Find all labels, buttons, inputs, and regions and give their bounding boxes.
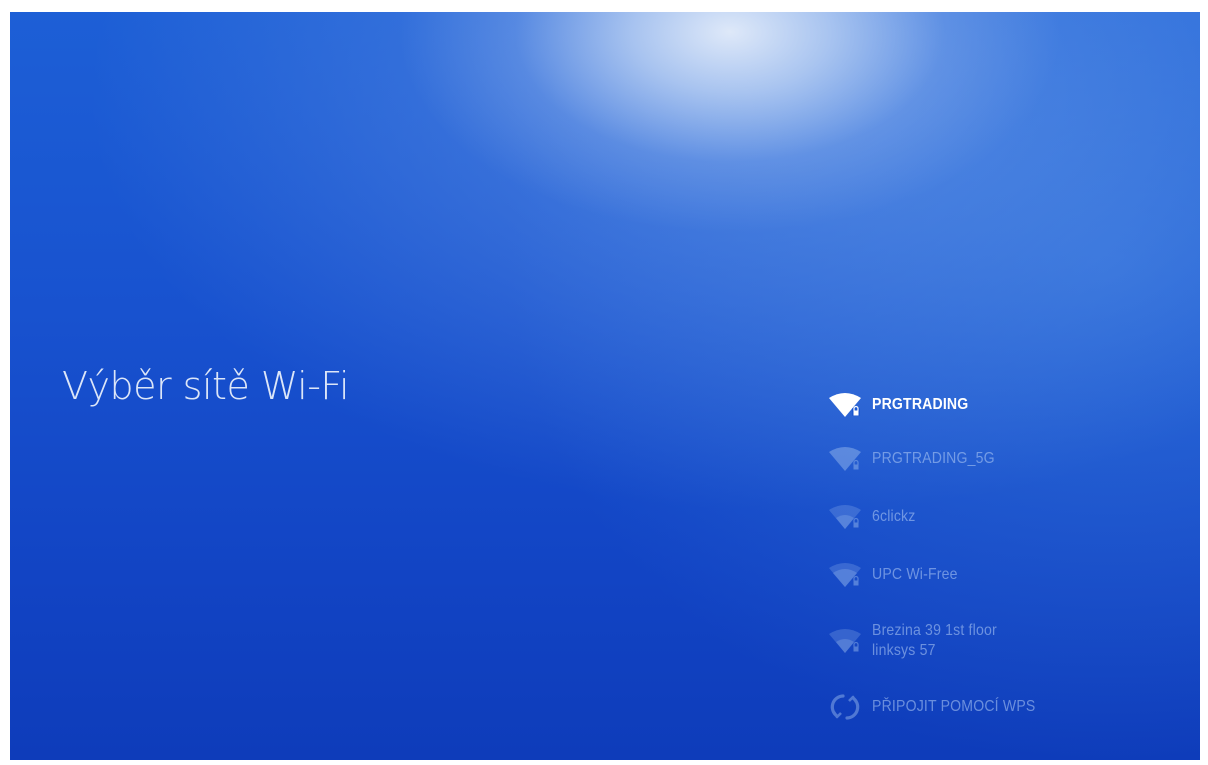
wifi-lock-icon bbox=[829, 447, 861, 471]
wifi-network-name: PRGTRADING_5G bbox=[872, 450, 995, 467]
wifi-network-name: 6clickz bbox=[872, 508, 916, 525]
wifi-network-item-prgtrading-5g[interactable]: PRGTRADING_5G bbox=[828, 430, 1158, 488]
wifi-lock-icon bbox=[829, 629, 861, 653]
wifi-network-list: PRGTRADING PRGTRADING_5G 6clickz UPC Wi-… bbox=[828, 380, 1158, 736]
wps-connect-item[interactable]: PŘIPOJIT POMOCÍ WPS bbox=[828, 678, 1158, 736]
wifi-network-item-brezina[interactable]: Brezina 39 1st floor linksys 57 bbox=[828, 604, 1158, 678]
wifi-network-name-line-1: Brezina 39 1st floor bbox=[872, 622, 997, 639]
page-title: Výběr sítě Wi-Fi bbox=[62, 364, 350, 408]
wifi-lock-icon bbox=[829, 563, 861, 587]
wps-connect-label: PŘIPOJIT POMOCÍ WPS bbox=[872, 698, 1036, 715]
wps-icon bbox=[830, 694, 860, 720]
wifi-network-name: Brezina 39 1st floor linksys 57 bbox=[872, 621, 997, 661]
tv-screen: Výběr sítě Wi-Fi PRGTRADING PRGTRADING_5… bbox=[10, 12, 1200, 760]
wifi-network-name: UPC Wi-Free bbox=[872, 566, 958, 583]
wifi-lock-icon bbox=[829, 393, 861, 417]
wifi-network-item-upc-wi-free[interactable]: UPC Wi-Free bbox=[828, 546, 1158, 604]
wifi-network-name-line-2: linksys 57 bbox=[872, 642, 936, 659]
wifi-lock-icon bbox=[829, 505, 861, 529]
wifi-network-item-6clickz[interactable]: 6clickz bbox=[828, 488, 1158, 546]
wifi-network-name: PRGTRADING bbox=[872, 396, 969, 413]
wifi-network-item-prgtrading[interactable]: PRGTRADING bbox=[828, 380, 1158, 430]
